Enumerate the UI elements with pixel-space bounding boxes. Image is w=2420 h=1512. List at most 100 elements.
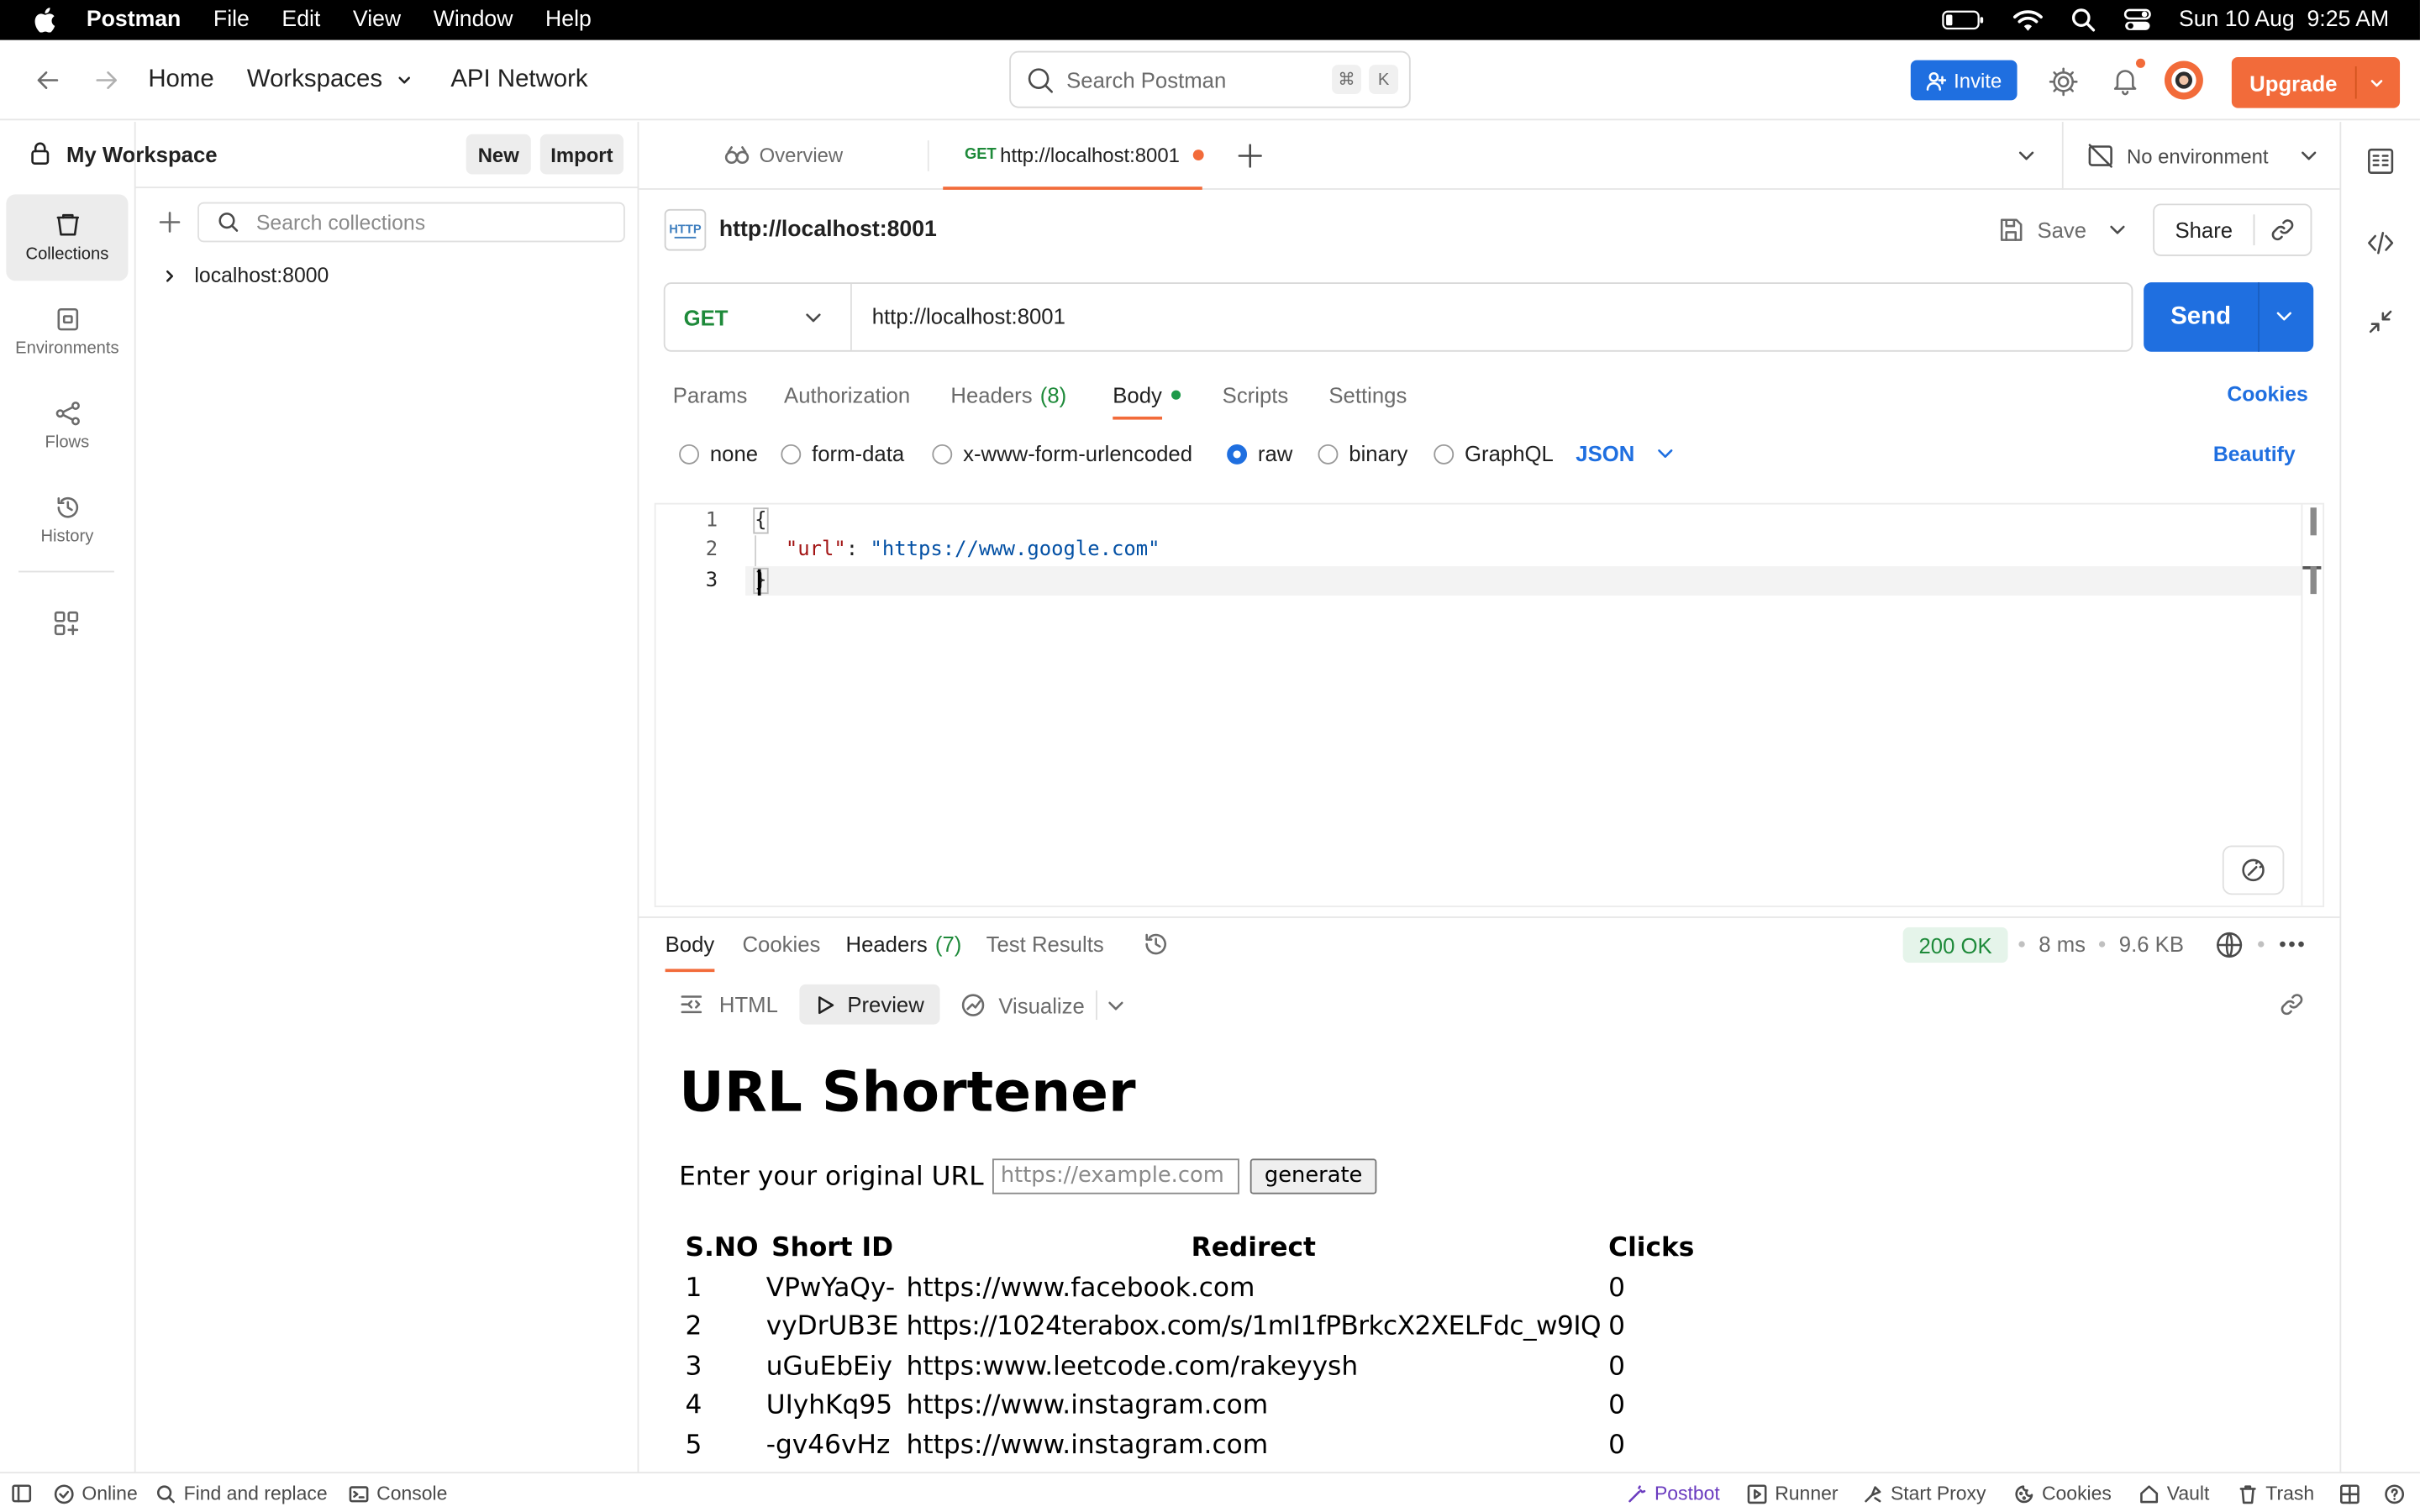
method-select[interactable]: GET (666, 283, 852, 350)
home-link[interactable]: Home (148, 40, 213, 121)
send-options-chevron-icon[interactable] (2275, 307, 2293, 326)
scrollbar-thumb[interactable] (2310, 507, 2317, 536)
save-options-chevron-icon[interactable] (2108, 221, 2127, 239)
runner[interactable]: Runner (1747, 1473, 1839, 1512)
trash[interactable]: Trash (2238, 1473, 2314, 1512)
tab-active-request[interactable]: GET http://localhost:8001 (943, 122, 1204, 190)
menu-help[interactable]: Help (545, 8, 592, 32)
invite-button[interactable]: Invite (1910, 60, 2018, 101)
response-tab-test-results[interactable]: Test Results (986, 932, 1104, 956)
tab-authorization[interactable]: Authorization (784, 383, 910, 407)
network-globe-icon[interactable] (2215, 931, 2244, 960)
menu-window[interactable]: Window (434, 8, 513, 32)
response-history-icon[interactable] (1142, 931, 1170, 958)
avatar[interactable] (2164, 60, 2204, 101)
help-icon[interactable] (2385, 1473, 2405, 1512)
preview-generate-button[interactable]: generate (1250, 1158, 1376, 1194)
view-options-chevron-icon[interactable] (1107, 997, 1125, 1016)
response-tab-body[interactable]: Body (665, 932, 715, 973)
apple-icon[interactable] (34, 8, 55, 33)
radio-binary[interactable]: binary (1318, 441, 1407, 466)
cookies-status[interactable]: Cookies (2014, 1473, 2112, 1512)
tab-settings[interactable]: Settings (1328, 383, 1407, 407)
save-button[interactable]: Save (1997, 212, 2086, 249)
battery-icon[interactable] (1941, 9, 1984, 31)
url-input[interactable]: http://localhost:8001 (872, 304, 2107, 328)
search-collections-input[interactable]: Search collections (197, 202, 625, 243)
new-tab-plus-icon[interactable] (1236, 142, 1264, 170)
tab-params[interactable]: Params (673, 383, 748, 407)
rail-history[interactable]: History (6, 477, 128, 564)
rail-environments[interactable]: Environments (6, 288, 128, 375)
settings-gear-icon[interactable] (2048, 66, 2079, 97)
console[interactable]: Console (349, 1473, 447, 1512)
tabs-overflow-chevron-icon[interactable] (2018, 146, 2036, 165)
add-collection-icon[interactable] (157, 210, 182, 234)
more-options-icon[interactable] (2278, 933, 2306, 955)
request-title[interactable]: http://localhost:8001 (719, 218, 937, 242)
radio-raw[interactable]: raw (1227, 441, 1292, 466)
vault[interactable]: Vault (2139, 1473, 2209, 1512)
share-button[interactable]: Share (2154, 205, 2254, 255)
rail-flows[interactable]: Flows (6, 383, 128, 470)
radio-x-www-form-urlencoded[interactable]: x-www-form-urlencoded (932, 441, 1192, 466)
response-time[interactable]: 8 ms (2039, 932, 2086, 956)
copy-link-icon[interactable] (2278, 990, 2306, 1018)
documentation-icon[interactable] (2366, 146, 2396, 176)
response-tab-headers[interactable]: Headers (7) (846, 932, 962, 956)
format-select[interactable]: JSON (1576, 441, 1675, 466)
global-search[interactable]: Search Postman ⌘ K (1009, 50, 1411, 108)
beautify-link[interactable]: Beautify (2213, 443, 2296, 466)
postbot[interactable]: Postbot (1627, 1473, 1720, 1512)
new-button[interactable]: New (466, 134, 531, 175)
configure-sidebar-icon[interactable] (52, 609, 80, 637)
editor-scrollbar[interactable] (2301, 504, 2323, 906)
spotlight-search-icon[interactable] (2070, 8, 2095, 32)
view-visualize[interactable]: Visualize (960, 992, 1085, 1018)
view-preview[interactable]: Preview (799, 984, 940, 1025)
copy-link-icon[interactable] (2269, 216, 2296, 244)
back-arrow-icon[interactable] (34, 66, 61, 94)
tab-scripts[interactable]: Scripts (1223, 383, 1289, 407)
collapse-arrows-icon[interactable] (2367, 308, 2393, 334)
menu-edit[interactable]: Edit (281, 8, 320, 32)
response-tab-cookies[interactable]: Cookies (742, 932, 820, 956)
start-proxy[interactable]: Start Proxy (1863, 1473, 1986, 1512)
forward-arrow-icon[interactable] (92, 66, 120, 94)
toggle-sidebar-icon[interactable] (11, 1473, 33, 1512)
tab-body[interactable]: Body (1113, 383, 1162, 420)
wifi-icon[interactable] (2012, 8, 2044, 32)
postbot-assist-button[interactable] (2222, 845, 2285, 895)
cookies-link[interactable]: Cookies (2227, 383, 2307, 407)
preview-url-input[interactable]: https://example.com (992, 1158, 1240, 1194)
api-network-link[interactable]: API Network (450, 40, 587, 121)
tab-overview[interactable]: Overview (723, 144, 843, 166)
menu-app-name[interactable]: Postman (87, 8, 181, 32)
workspaces-menu[interactable]: Workspaces (247, 40, 413, 121)
rail-collections[interactable]: Collections (6, 194, 129, 281)
tree-item-collection[interactable]: localhost:8000 (160, 264, 329, 287)
radio-none[interactable]: none (679, 441, 758, 466)
code-snippet-icon[interactable] (2366, 228, 2396, 258)
menu-file[interactable]: File (213, 8, 250, 32)
online-status[interactable]: Online (54, 1473, 138, 1512)
status-badge[interactable]: 200 OK (1902, 927, 2008, 963)
response-size[interactable]: 9.6 KB (2119, 932, 2184, 956)
menu-clock[interactable]: Sun 10 Aug 9:25 AM (2179, 8, 2389, 32)
layout-toggle-icon[interactable] (2339, 1473, 2360, 1512)
upgrade-button[interactable]: Upgrade (2231, 56, 2401, 108)
send-button[interactable]: Send (2144, 282, 2258, 352)
chevron-down-icon[interactable] (2367, 74, 2386, 92)
cell-redirect: https://www.facebook.com (906, 1272, 1255, 1304)
radio-form-data[interactable]: form-data (781, 441, 904, 466)
radio-graphql[interactable]: GraphQL (1434, 441, 1554, 466)
control-center-icon[interactable] (2123, 8, 2151, 32)
menu-view[interactable]: View (353, 8, 401, 32)
find-replace[interactable]: Find and replace (156, 1473, 328, 1512)
environment-selector[interactable]: No environment (2086, 142, 2318, 170)
notifications-bell-icon[interactable] (2110, 65, 2141, 96)
view-html[interactable]: HTML (679, 992, 778, 1016)
code-editor[interactable]: 1 2 3 { "url": "https://www.google.com" … (654, 502, 2325, 907)
import-button[interactable]: Import (539, 134, 624, 175)
tab-headers[interactable]: Headers (8) (950, 383, 1066, 407)
